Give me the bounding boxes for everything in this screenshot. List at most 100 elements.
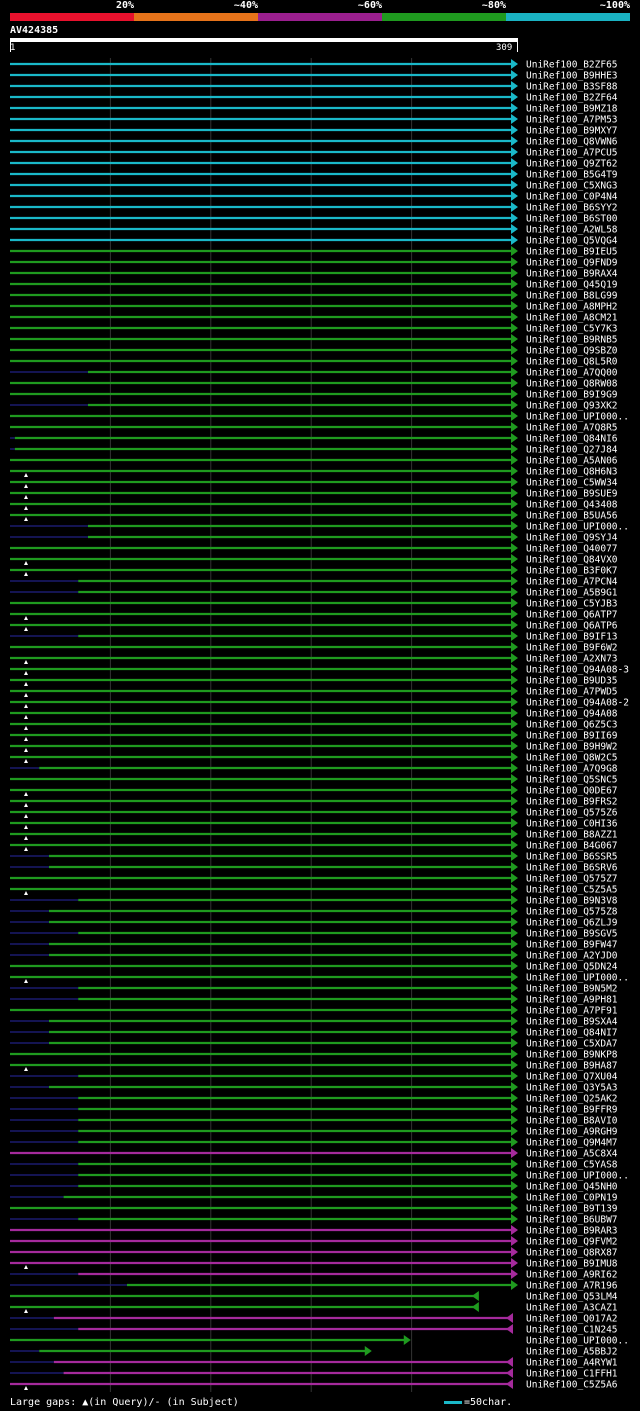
hit-row[interactable]: UniRef100_A7PCN4 — [10, 576, 618, 588]
hit-row[interactable]: UniRef100_Q94A08-2 — [10, 697, 629, 709]
hit-label[interactable]: UniRef100_A8MPH2 — [526, 302, 618, 313]
hit-label[interactable]: UniRef100_B9FRS2 — [526, 797, 618, 808]
hit-row[interactable]: UniRef100_Q017A2 — [10, 1313, 618, 1325]
hit-label[interactable]: UniRef100_B6UBW7 — [526, 1215, 618, 1226]
hit-label[interactable]: UniRef100_Q45NH0 — [526, 1182, 618, 1193]
hit-row[interactable]: UniRef100_A8MPH2 — [10, 301, 618, 313]
hit-label[interactable]: UniRef100_Q6ZLJ9 — [526, 918, 618, 929]
hit-row[interactable]: UniRef100_Q84NI7 — [10, 1027, 618, 1039]
hit-row[interactable]: UniRef100_C1N245 — [10, 1324, 618, 1336]
hit-label[interactable]: UniRef100_B9II69 — [526, 731, 618, 742]
hit-row[interactable]: UniRef100_A5C8X4 — [10, 1148, 618, 1160]
hit-label[interactable]: UniRef100_B9IEU5 — [526, 247, 618, 258]
hit-row[interactable]: UniRef100_A7Q8R5 — [10, 422, 618, 434]
hit-row[interactable]: UniRef100_C5YAS8 — [10, 1159, 618, 1171]
hit-label[interactable]: UniRef100_C1FFH1 — [526, 1369, 618, 1380]
hit-label[interactable]: UniRef100_B9N3V8 — [526, 896, 618, 907]
hit-row[interactable]: UniRef100_Q6ATP6 — [10, 620, 618, 632]
hit-label[interactable]: UniRef100_A4RYW1 — [526, 1358, 618, 1369]
hit-label[interactable]: UniRef100_A7Q8R5 — [526, 423, 618, 434]
hit-label[interactable]: UniRef100_Q017A2 — [526, 1314, 618, 1325]
hit-row[interactable]: UniRef100_Q94A08-3 — [10, 664, 629, 676]
hit-label[interactable]: UniRef100_Q8RW08 — [526, 379, 618, 390]
hit-row[interactable]: UniRef100_A7Q9G8 — [10, 763, 618, 775]
hit-label[interactable]: UniRef100_B9RAX4 — [526, 269, 618, 280]
hit-label[interactable]: UniRef100_A8CM21 — [526, 313, 618, 324]
hit-label[interactable]: UniRef100_B8LG99 — [526, 291, 618, 302]
hit-row[interactable]: UniRef100_A7PM53 — [10, 114, 618, 126]
hit-row[interactable]: UniRef100_B9FW47 — [10, 939, 618, 951]
hit-row[interactable]: UniRef100_B6UBW7 — [10, 1214, 618, 1226]
hit-row[interactable]: UniRef100_A5AN06 — [10, 455, 618, 467]
hit-row[interactable]: UniRef100_Q84VX0 — [10, 554, 618, 566]
hit-row[interactable]: UniRef100_Q25AK2 — [10, 1093, 618, 1105]
hit-label[interactable]: UniRef100_A2XN73 — [526, 654, 618, 665]
hit-row[interactable]: UniRef100_Q575Z8 — [10, 906, 618, 918]
hit-label[interactable]: UniRef100_A7PF91 — [526, 1006, 618, 1017]
hit-row[interactable]: UniRef100_B9N5M2 — [10, 983, 618, 995]
hit-row[interactable]: UniRef100_C5WW34 — [10, 477, 618, 489]
hit-label[interactable]: UniRef100_Q7XU04 — [526, 1072, 618, 1083]
hit-label[interactable]: UniRef100_C5WW34 — [526, 478, 618, 489]
hit-row[interactable]: UniRef100_Q45Q19 — [10, 279, 618, 291]
hit-row[interactable]: UniRef100_Q94A08 — [10, 708, 618, 720]
hit-row[interactable]: UniRef100_Q6ZLJ9 — [10, 917, 618, 929]
hit-row[interactable]: UniRef100_B2ZF64 — [10, 92, 618, 104]
hit-row[interactable]: UniRef100_Q43408 — [10, 499, 618, 511]
hit-row[interactable]: UniRef100_B9I9G9 — [10, 389, 618, 401]
hit-row[interactable]: UniRef100_C0HI36 — [10, 818, 618, 830]
hit-label[interactable]: UniRef100_A3CAZ1 — [526, 1303, 618, 1314]
hit-label[interactable]: UniRef100_B9FFR9 — [526, 1105, 618, 1116]
hit-label[interactable]: UniRef100_B4G067 — [526, 841, 618, 852]
hit-row[interactable]: UniRef100_B9N3V8 — [10, 895, 618, 907]
hit-row[interactable]: UniRef100_Q27J84 — [10, 444, 618, 456]
hit-label[interactable]: UniRef100_Q8L5R0 — [526, 357, 618, 368]
hit-row[interactable]: UniRef100_Q6ATP7 — [10, 609, 618, 621]
hit-row[interactable]: UniRef100_B9IEU5 — [10, 246, 618, 258]
hit-row[interactable]: UniRef100_Q575Z6 — [10, 807, 618, 819]
hit-row[interactable]: UniRef100_Q84NI6 — [10, 433, 618, 445]
hit-row[interactable]: UniRef100_B8AZZ1 — [10, 829, 618, 841]
hit-row[interactable]: UniRef100_A8CM21 — [10, 312, 618, 324]
hit-label[interactable]: UniRef100_Q84NI7 — [526, 1028, 618, 1039]
hit-label[interactable]: UniRef100_B9HA87 — [526, 1061, 618, 1072]
hit-row[interactable]: UniRef100_A5B9G1 — [10, 587, 618, 599]
hit-row[interactable]: UniRef100_A7PCU5 — [10, 147, 618, 159]
hit-label[interactable]: UniRef100_Q8W2C5 — [526, 753, 618, 764]
hit-label[interactable]: UniRef100_Q94A08 — [526, 709, 618, 720]
hit-row[interactable]: UniRef100_B9FRS2 — [10, 796, 618, 808]
hit-label[interactable]: UniRef100_A7Q9G8 — [526, 764, 618, 775]
hit-label[interactable]: UniRef100_Q93XK2 — [526, 401, 618, 412]
hit-label[interactable]: UniRef100_Q27J84 — [526, 445, 618, 456]
hit-row[interactable]: UniRef100_Q9M4M7 — [10, 1137, 618, 1149]
hit-label[interactable]: UniRef100_B8AZZ1 — [526, 830, 618, 841]
hit-row[interactable]: UniRef100_A7PWD5 — [10, 686, 618, 698]
hit-label[interactable]: UniRef100_C5XNG3 — [526, 181, 618, 192]
hit-row[interactable]: UniRef100_Q5DN24 — [10, 961, 618, 973]
hit-row[interactable]: UniRef100_UPI000.. — [10, 521, 629, 533]
hit-label[interactable]: UniRef100_B9RNB5 — [526, 335, 618, 346]
hit-row[interactable]: UniRef100_B6SRV6 — [10, 862, 618, 874]
hit-label[interactable]: UniRef100_Q8VWN6 — [526, 137, 618, 148]
hit-row[interactable]: UniRef100_B9RAR3 — [10, 1225, 618, 1237]
hit-row[interactable]: UniRef100_A4RYW1 — [10, 1357, 618, 1369]
hit-row[interactable]: UniRef100_Q5SNC5 — [10, 774, 618, 786]
hit-row[interactable]: UniRef100_UPI000.. — [10, 411, 629, 423]
hit-label[interactable]: UniRef100_A5C8X4 — [526, 1149, 618, 1160]
hit-label[interactable]: UniRef100_C0PN19 — [526, 1193, 618, 1204]
hit-row[interactable]: UniRef100_A2YJD0 — [10, 950, 618, 962]
hit-row[interactable]: UniRef100_B9IMU8 — [10, 1258, 618, 1270]
hit-row[interactable]: UniRef100_B3SF88 — [10, 81, 618, 93]
hit-label[interactable]: UniRef100_C5YAS8 — [526, 1160, 618, 1171]
hit-label[interactable]: UniRef100_A9RGH9 — [526, 1127, 618, 1138]
hit-label[interactable]: UniRef100_Q8H6N3 — [526, 467, 618, 478]
hit-label[interactable]: UniRef100_B9IMU8 — [526, 1259, 618, 1270]
hit-label[interactable]: UniRef100_B9IF13 — [526, 632, 618, 643]
hit-label[interactable]: UniRef100_B9F6W2 — [526, 643, 618, 654]
hit-row[interactable]: UniRef100_B9T139 — [10, 1203, 618, 1215]
hit-row[interactable]: UniRef100_B9H9W2 — [10, 741, 618, 753]
hit-row[interactable]: UniRef100_B9RNB5 — [10, 334, 618, 346]
hit-row[interactable]: UniRef100_Q3Y5A3 — [10, 1082, 618, 1094]
hit-row[interactable]: UniRef100_B5G4T9 — [10, 169, 618, 181]
hit-label[interactable]: UniRef100_B9N5M2 — [526, 984, 618, 995]
